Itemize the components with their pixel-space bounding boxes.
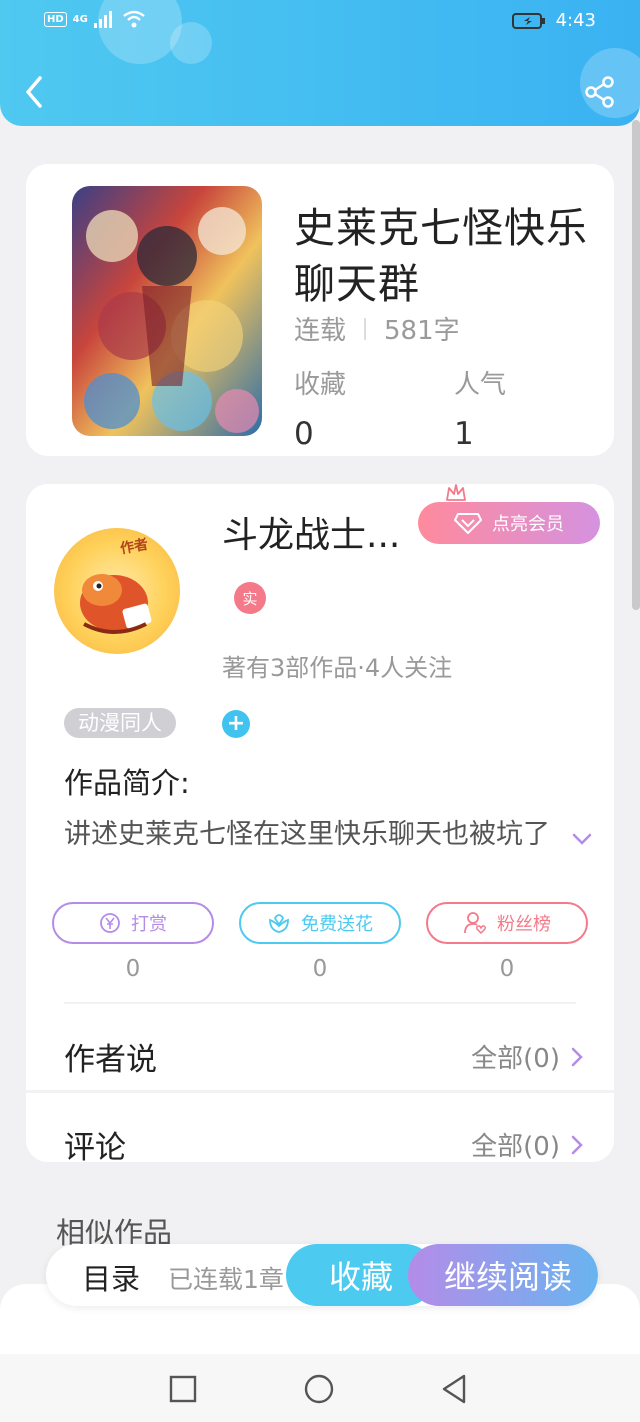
fan-count: 0 xyxy=(499,956,515,982)
author-name[interactable]: 斗龙战士... xyxy=(222,506,400,558)
vip-label: 点亮会员 xyxy=(492,514,564,535)
author-says-all: 全部(0) xyxy=(471,1044,560,1074)
popularity-label: 人气 xyxy=(454,370,507,400)
author-card: 作者 斗龙战士... 点亮会员 实 著有3部作品·4人关注 动漫同人 + 作品简… xyxy=(26,484,614,1166)
chevron-right-icon xyxy=(571,1135,583,1154)
divider xyxy=(64,1002,576,1004)
network-label: 4G xyxy=(72,13,88,25)
comments-link[interactable]: 全部(0) xyxy=(471,1126,584,1163)
book-info-card: 史莱克七怪快乐聊天群 连载 581字 收藏 人气 0 1 xyxy=(26,164,614,456)
word-count: 581字 xyxy=(384,316,460,346)
avatar[interactable]: 作者 xyxy=(54,528,180,654)
chevron-down-icon[interactable] xyxy=(570,830,594,848)
table-of-contents-button[interactable]: 目录 xyxy=(82,1256,140,1298)
wifi-icon xyxy=(123,10,145,28)
fan-ranking-button[interactable]: 粉丝榜 xyxy=(426,902,588,944)
chevron-left-icon xyxy=(26,76,42,108)
meta-divider xyxy=(364,317,367,340)
divider xyxy=(26,1090,614,1093)
author-says-label[interactable]: 作者说 xyxy=(64,1034,157,1079)
category-tag[interactable]: 动漫同人 xyxy=(64,708,176,738)
serial-status: 连载 xyxy=(294,316,347,346)
tip-label: 打赏 xyxy=(131,914,167,935)
fan-ranking-label: 粉丝榜 xyxy=(497,914,551,935)
favorites-count: 0 xyxy=(294,416,314,452)
flower-icon xyxy=(269,914,289,933)
chapter-count: 已连载1章 xyxy=(168,1265,284,1294)
author-says-link[interactable]: 全部(0) xyxy=(471,1038,584,1075)
verified-badge: 实 xyxy=(234,582,266,614)
user-heart-icon xyxy=(464,912,486,935)
tip-count: 0 xyxy=(125,956,141,982)
flower-label: 免费送花 xyxy=(301,914,373,935)
popularity-count: 1 xyxy=(454,416,474,452)
flower-count: 0 xyxy=(312,956,328,982)
comments-label[interactable]: 评论 xyxy=(64,1122,126,1167)
home-icon[interactable] xyxy=(302,1372,336,1406)
cover-illustration xyxy=(72,186,262,436)
recent-apps-icon[interactable] xyxy=(166,1372,200,1406)
book-title: 史莱克七怪快乐聊天群 xyxy=(294,204,588,308)
book-meta: 连载 581字 xyxy=(294,310,460,347)
intro-heading: 作品简介: xyxy=(64,766,190,800)
hd-badge: HD xyxy=(44,11,67,27)
reading-action-bar: 目录 已连载1章 收藏 继续阅读 xyxy=(46,1244,598,1306)
scrollbar[interactable] xyxy=(632,120,640,610)
book-cover-image[interactable] xyxy=(72,186,262,436)
continue-reading-button[interactable]: 继续阅读 xyxy=(408,1244,598,1306)
back-button[interactable] xyxy=(18,70,54,114)
chevron-right-icon xyxy=(571,1047,583,1066)
tip-button[interactable]: 打赏 xyxy=(52,902,214,944)
share-button[interactable] xyxy=(582,74,618,110)
send-flower-button[interactable]: 免费送花 xyxy=(239,902,401,944)
share-icon xyxy=(585,76,614,108)
dragon-mascot-icon xyxy=(80,574,152,634)
header: HD 4G 4:43 xyxy=(0,0,640,126)
battery-icon xyxy=(511,12,545,29)
activate-membership-button[interactable]: 点亮会员 xyxy=(418,502,600,544)
system-nav-bar xyxy=(0,1354,640,1422)
author-stats: 著有3部作品·4人关注 xyxy=(222,654,453,682)
back-nav-icon[interactable] xyxy=(438,1372,472,1406)
yen-coin-icon xyxy=(100,913,120,933)
clock: 4:43 xyxy=(555,10,596,31)
crown-icon xyxy=(446,484,466,501)
comments-all: 全部(0) xyxy=(471,1132,560,1162)
diamond-icon xyxy=(454,513,482,534)
intro-text: 讲述史莱克七怪在这里快乐聊天也被坑了 xyxy=(64,819,550,850)
signal-icon xyxy=(93,11,112,28)
status-bar: HD 4G 4:43 xyxy=(0,8,640,36)
favorites-label: 收藏 xyxy=(294,370,347,400)
add-tag-button[interactable]: + xyxy=(222,710,250,738)
